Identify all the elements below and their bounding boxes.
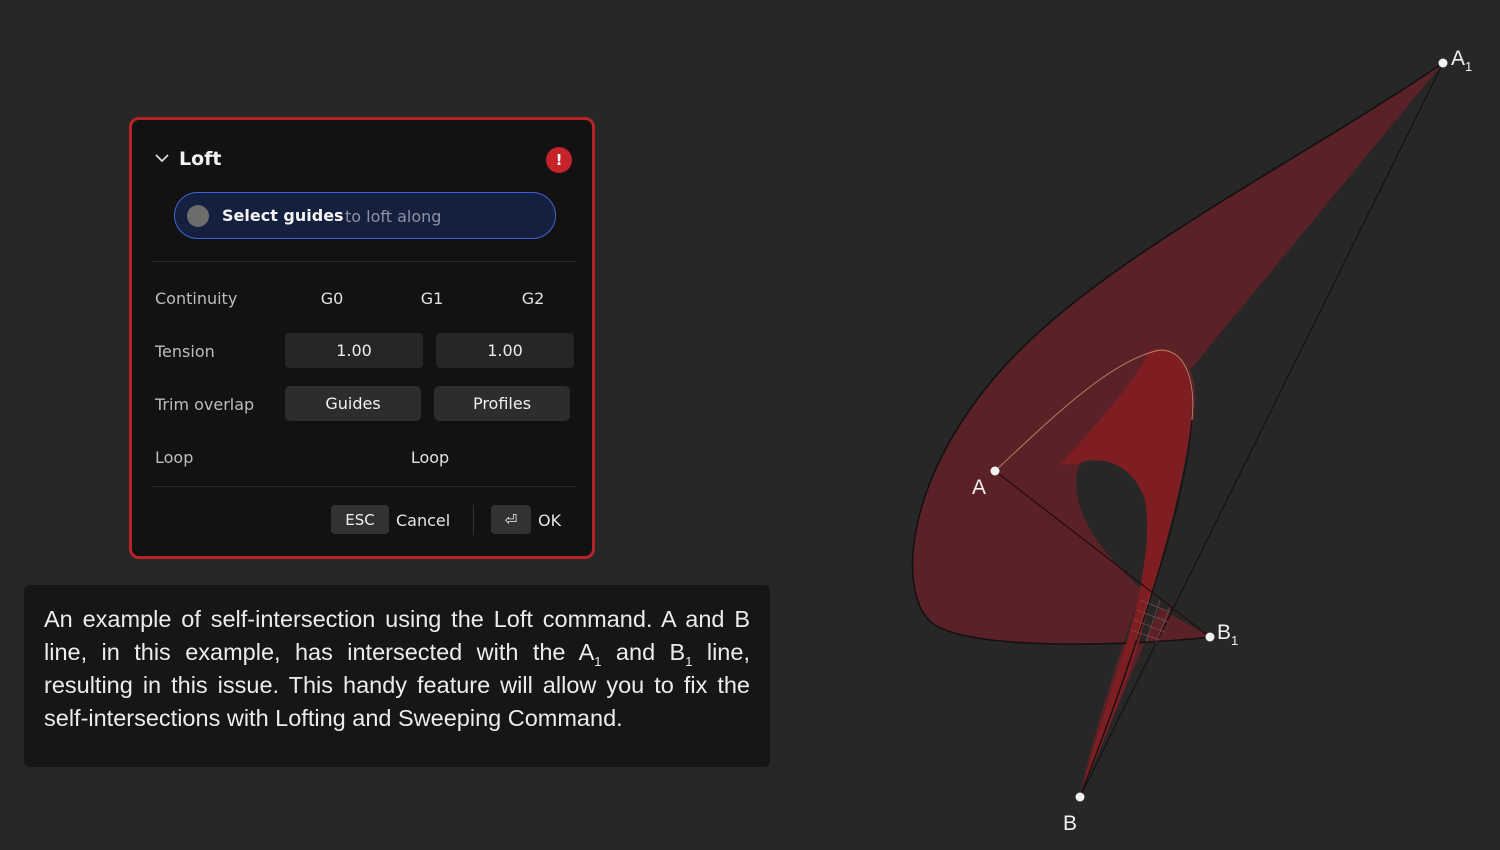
point-label-b: B xyxy=(1063,812,1078,835)
point-label-b1: B1 xyxy=(1217,621,1239,648)
point-b1[interactable] xyxy=(1205,632,1215,642)
loft-surface-diagram xyxy=(911,58,1448,802)
point-label-a1: A1 xyxy=(1451,47,1473,74)
point-a[interactable] xyxy=(990,466,1000,476)
point-b[interactable] xyxy=(1075,792,1085,802)
point-a1[interactable] xyxy=(1438,58,1448,68)
point-label-a: A xyxy=(972,476,987,499)
